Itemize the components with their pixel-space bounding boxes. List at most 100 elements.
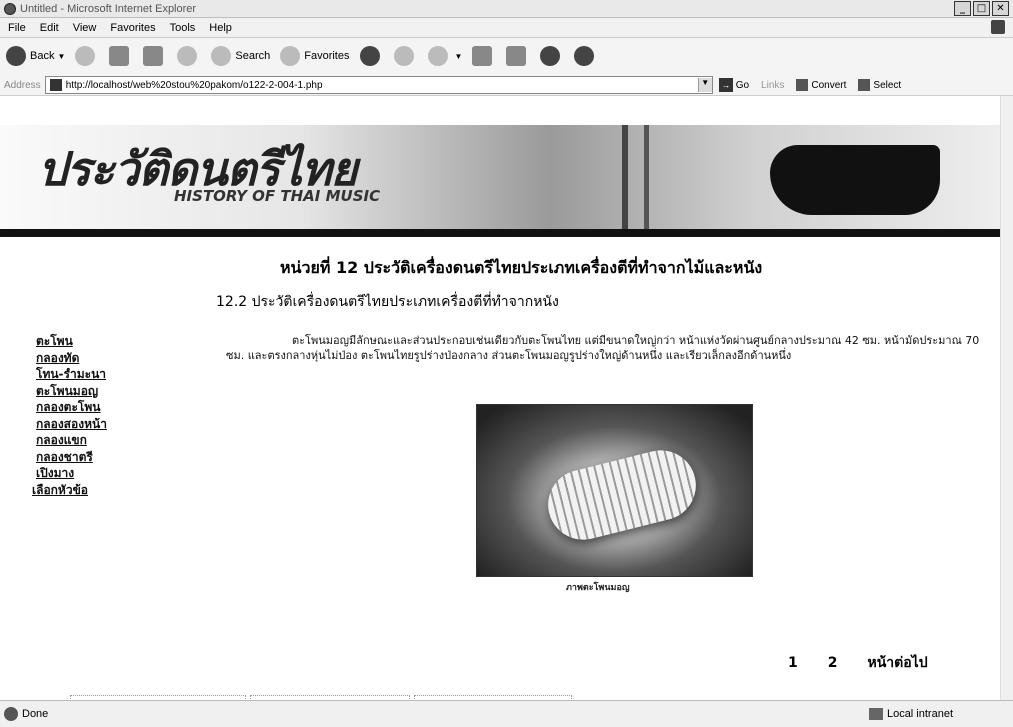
chevron-down-icon[interactable]: ▼ bbox=[697, 78, 712, 92]
print-button[interactable] bbox=[472, 46, 496, 66]
banner-decoration bbox=[622, 125, 628, 229]
banner: ประวัติดนตรีไทย HISTORY OF THAI MUSIC bbox=[0, 125, 1000, 237]
search-label: Search bbox=[235, 50, 271, 62]
address-url: http://localhost/web%20stou%20pakom/o122… bbox=[65, 79, 323, 91]
edit-icon bbox=[506, 46, 527, 66]
nav-link-klong-song-na[interactable]: กลองสองหน้า bbox=[36, 416, 216, 433]
back-label: Back bbox=[30, 50, 55, 62]
messenger-button[interactable] bbox=[574, 46, 598, 66]
menu-file[interactable]: File bbox=[8, 22, 26, 34]
banner-instrument-image bbox=[770, 145, 940, 215]
zone-label: Local intranet bbox=[886, 708, 953, 720]
ie-logo-icon bbox=[4, 2, 16, 15]
media-icon bbox=[359, 46, 380, 66]
chevron-down-icon: ▼ bbox=[57, 51, 66, 61]
mail-button[interactable]: ▼ bbox=[427, 46, 463, 66]
convert-label: Convert bbox=[811, 79, 847, 91]
window-controls: _ □ ✕ bbox=[954, 1, 1009, 16]
page-link-2[interactable]: 2 bbox=[828, 655, 838, 671]
nav-link-select-topic[interactable]: เลือกหัวข้อ bbox=[32, 482, 216, 499]
links-button[interactable]: Links bbox=[761, 80, 784, 91]
history-button[interactable] bbox=[393, 46, 418, 66]
go-arrow-icon: → bbox=[718, 78, 733, 92]
paragraph-text: ตะโพนมอญมีลักษณะและส่วนประกอบเช่นเดียวกั… bbox=[226, 334, 980, 362]
search-button[interactable]: Search bbox=[211, 46, 270, 66]
back-button[interactable]: Back ▼ bbox=[6, 46, 65, 66]
toolbar: Back ▼ Search Favorites ▼ Address http:/… bbox=[0, 38, 1013, 96]
banner-title-english: HISTORY OF THAI MUSIC bbox=[174, 187, 381, 205]
address-input[interactable]: http://localhost/web%20stou%20pakom/o122… bbox=[44, 76, 713, 94]
page-link-1[interactable]: 1 bbox=[788, 655, 798, 671]
media-button[interactable] bbox=[359, 46, 384, 66]
nav-link-klong-taphon[interactable]: กลองตะโพน bbox=[36, 399, 216, 416]
page-content: ประวัติดนตรีไทย HISTORY OF THAI MUSIC หน… bbox=[0, 96, 1000, 721]
select-label: Select bbox=[873, 79, 902, 91]
convert-icon bbox=[796, 79, 809, 91]
window-title: Untitled - Microsoft Internet Explorer bbox=[20, 2, 197, 15]
maximize-button[interactable]: □ bbox=[973, 1, 990, 16]
nav-link-poeng-mang[interactable]: เปิงมาง bbox=[36, 465, 216, 482]
home-button[interactable] bbox=[177, 46, 201, 66]
photo-caption: ภาพตะโพนมอญ bbox=[566, 583, 630, 593]
section-title: 12.2 ประวัติเครื่องดนตรีไทยประเภทเครื่อง… bbox=[216, 294, 559, 310]
drum-image bbox=[540, 442, 704, 548]
intranet-icon bbox=[868, 708, 883, 720]
back-arrow-icon bbox=[6, 46, 26, 66]
nav-link-klong-khaek[interactable]: กลองแขก bbox=[36, 432, 216, 449]
refresh-icon bbox=[143, 46, 164, 66]
close-button[interactable]: ✕ bbox=[992, 1, 1009, 16]
home-icon bbox=[177, 46, 198, 66]
stop-button[interactable] bbox=[109, 46, 133, 66]
unit-title: หน่วยที่ 12 ประวัติเครื่องดนตรีไทยประเภท… bbox=[280, 258, 763, 277]
favorites-label: Favorites bbox=[304, 50, 350, 62]
stop-icon bbox=[109, 46, 130, 66]
banner-divider bbox=[0, 229, 1000, 237]
menu-help[interactable]: Help bbox=[209, 22, 232, 34]
select-icon bbox=[858, 79, 871, 91]
title-bar: Untitled - Microsoft Internet Explorer _… bbox=[0, 0, 1013, 18]
chevron-down-icon: ▼ bbox=[454, 51, 463, 61]
forward-button[interactable] bbox=[75, 46, 99, 66]
research-icon bbox=[540, 46, 561, 66]
minimize-button[interactable]: _ bbox=[954, 1, 971, 16]
history-icon bbox=[393, 46, 414, 66]
go-label: Go bbox=[735, 79, 750, 91]
page-done-icon bbox=[4, 707, 18, 721]
messenger-icon bbox=[574, 46, 595, 66]
menu-tools[interactable]: Tools bbox=[170, 22, 196, 34]
favorites-button[interactable]: Favorites bbox=[280, 46, 350, 66]
nav-link-taphon[interactable]: ตะโพน bbox=[36, 333, 216, 350]
search-icon bbox=[211, 46, 232, 66]
page-icon bbox=[49, 79, 62, 91]
mail-icon bbox=[427, 46, 448, 66]
menu-view[interactable]: View bbox=[73, 22, 97, 34]
nav-link-klong-chatri[interactable]: กลองชาตรี bbox=[36, 449, 216, 466]
print-icon bbox=[472, 46, 493, 66]
edit-button[interactable] bbox=[506, 46, 530, 66]
menu-favorites[interactable]: Favorites bbox=[110, 22, 155, 34]
go-button[interactable]: → Go bbox=[718, 78, 750, 92]
refresh-button[interactable] bbox=[143, 46, 167, 66]
nav-link-taphon-mon[interactable]: ตะโพนมอญ bbox=[36, 383, 216, 400]
side-nav: ตะโพน กลองทัด โทน-รำมะนา ตะโพนมอญ กลองตะ… bbox=[32, 333, 216, 498]
favorites-star-icon bbox=[280, 46, 301, 66]
menu-bar: File Edit View Favorites Tools Help bbox=[0, 18, 1013, 38]
address-label: Address bbox=[4, 79, 41, 91]
nav-link-klong-that[interactable]: กลองทัด bbox=[36, 350, 216, 367]
body-paragraph: ตะโพนมอญมีลักษณะและส่วนประกอบเช่นเดียวกั… bbox=[226, 333, 981, 363]
security-zone: Local intranet bbox=[868, 708, 953, 720]
vertical-scrollbar[interactable] bbox=[1000, 96, 1013, 700]
banner-decoration bbox=[644, 125, 649, 229]
nav-link-thon-rammana[interactable]: โทน-รำมะนา bbox=[36, 366, 216, 383]
research-button[interactable] bbox=[540, 46, 564, 66]
select-button[interactable]: Select bbox=[858, 79, 901, 91]
windows-flag-icon bbox=[991, 20, 1005, 34]
forward-arrow-icon bbox=[75, 46, 96, 66]
status-bar: Done Local intranet bbox=[0, 700, 1013, 727]
menu-edit[interactable]: Edit bbox=[40, 22, 59, 34]
status-text: Done bbox=[22, 708, 49, 720]
convert-button[interactable]: Convert bbox=[796, 79, 846, 91]
taphon-mon-photo bbox=[476, 404, 753, 577]
pager: 1 2 หน้าต่อไป bbox=[788, 652, 928, 674]
next-page-link[interactable]: หน้าต่อไป bbox=[868, 652, 928, 674]
